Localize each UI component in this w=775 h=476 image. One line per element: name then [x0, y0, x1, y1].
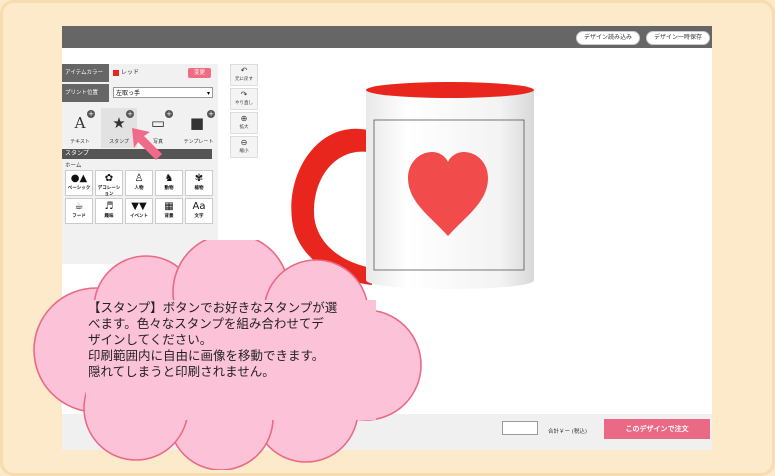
- undo-icon: ↶: [240, 66, 248, 75]
- stamp-category-plant[interactable]: ✾ 植物: [185, 170, 213, 196]
- decoration-icon: ✿: [104, 173, 114, 184]
- background-icon: ▦: [164, 201, 174, 212]
- print-position-label: プリント位置: [62, 84, 109, 102]
- change-color-button[interactable]: 変更: [188, 68, 211, 78]
- item-color-row: アイテムカラー レッド 変更: [62, 64, 218, 82]
- stamp-category-label: イベント: [130, 214, 148, 219]
- color-swatch: [113, 70, 119, 76]
- redo-icon: ↷: [240, 90, 248, 99]
- plus-icon: +: [126, 110, 134, 118]
- total-price: 合計￥ー (税込): [548, 429, 588, 435]
- zoom-out-icon: ⊖: [240, 138, 248, 147]
- item-color-value: レッド: [121, 69, 140, 76]
- callout-text: 【スタンプ】ボタンでお好きなスタンプが選 べます。色々なスタンプを組み合わせてデ…: [88, 300, 388, 380]
- print-position-row: プリント位置 左取っ手 ▾: [62, 84, 218, 102]
- event-icon: ▼▼: [131, 201, 147, 212]
- stamp-home-breadcrumb[interactable]: ホーム: [65, 161, 81, 169]
- redo-button[interactable]: ↷ やり直し: [230, 88, 258, 110]
- print-position-value: 左取っ手: [116, 90, 141, 97]
- zoom-in-icon: ⊕: [240, 114, 248, 123]
- stamp-category-event[interactable]: ▼▼ イベント: [125, 198, 153, 224]
- stamp-category-label: ベーシック: [67, 186, 91, 191]
- stamp-category-label: 趣味: [104, 214, 114, 219]
- food-icon: ☕: [74, 201, 84, 212]
- pointer-arrow: [132, 128, 162, 160]
- undo-label: 元に戻す: [235, 77, 253, 82]
- stamp-category-label: フード: [72, 214, 86, 219]
- plus-icon: +: [165, 110, 173, 118]
- stamp-category-basic[interactable]: ●▲ ベーシック: [65, 170, 93, 196]
- stamp-category-hobby[interactable]: ♬ 趣味: [95, 198, 123, 224]
- stamp-category-food[interactable]: ☕ フード: [65, 198, 93, 224]
- order-button[interactable]: このデザインで注文: [604, 419, 710, 439]
- zoom-in-label: 拡大: [239, 125, 249, 130]
- zoom-in-button[interactable]: ⊕ 拡大: [230, 112, 258, 134]
- text-tool-button[interactable]: A + テキスト: [62, 108, 98, 148]
- text-icon: A: [74, 114, 86, 132]
- undo-button[interactable]: ↶ 元に戻す: [230, 64, 258, 86]
- template-folder-icon: ■: [189, 114, 205, 132]
- person-icon: ♙: [134, 173, 144, 184]
- stamp-category-label: 植物: [194, 186, 204, 191]
- stamp-category-animal[interactable]: ♞ 動物: [155, 170, 183, 196]
- stamp-category-label: 動物: [164, 186, 174, 191]
- chevron-down-icon: ▾: [206, 90, 210, 97]
- tool-label: テキスト: [70, 139, 90, 145]
- quantity-input[interactable]: [502, 421, 538, 435]
- callout-line: ザインしてください。: [88, 332, 213, 347]
- print-position-select[interactable]: 左取っ手 ▾: [113, 87, 213, 98]
- redo-label: やり直し: [235, 101, 253, 106]
- save-design-button[interactable]: デザイン一時保存: [646, 31, 711, 45]
- sidebar: アイテムカラー レッド 変更 プリント位置 左取っ手 ▾ A + テキスト ★ …: [62, 64, 218, 264]
- animal-icon: ♞: [164, 173, 174, 184]
- template-tool-button[interactable]: ■ + テンプレート: [179, 108, 218, 148]
- stamp-category-label: 文字: [194, 214, 204, 219]
- stamp-category-label: デコレーション: [97, 186, 121, 197]
- plus-icon: +: [207, 110, 215, 118]
- stamp-category-person[interactable]: ♙ 人物: [125, 170, 153, 196]
- mug-rim: [366, 82, 534, 98]
- zoom-out-button[interactable]: ⊖ 縮小: [230, 136, 258, 158]
- plus-icon: +: [87, 110, 95, 118]
- load-design-button[interactable]: デザイン読み込み: [576, 31, 641, 45]
- callout-line: 隠れてしまうと印刷されません。: [88, 364, 275, 379]
- zoom-out-label: 縮小: [239, 149, 249, 154]
- callout-line: 【スタンプ】ボタンでお好きなスタンプが選: [88, 300, 338, 315]
- basic-shapes-icon: ●▲: [70, 173, 88, 184]
- stamp-category-label: 背景: [164, 214, 174, 219]
- stamp-category-letters[interactable]: Aa 文字: [185, 198, 213, 224]
- stamp-icon: ★: [112, 114, 126, 132]
- item-color-label: アイテムカラー: [62, 64, 109, 82]
- hobby-icon: ♬: [104, 201, 114, 212]
- tool-label: テンプレート: [183, 139, 214, 145]
- top-toolbar: デザイン読み込み デザイン一時保存: [62, 26, 712, 48]
- callout-line: べます。色々なスタンプを組み合わせてデ: [88, 316, 324, 331]
- stamp-category-label: 人物: [134, 186, 144, 191]
- stamp-category-background[interactable]: ▦ 背景: [155, 198, 183, 224]
- stamp-category-decoration[interactable]: ✿ デコレーション: [95, 170, 123, 197]
- plant-icon: ✾: [194, 173, 204, 184]
- callout-line: 印刷範囲内に自由に画像を移動できます。: [88, 348, 325, 363]
- letters-icon: Aa: [192, 201, 206, 212]
